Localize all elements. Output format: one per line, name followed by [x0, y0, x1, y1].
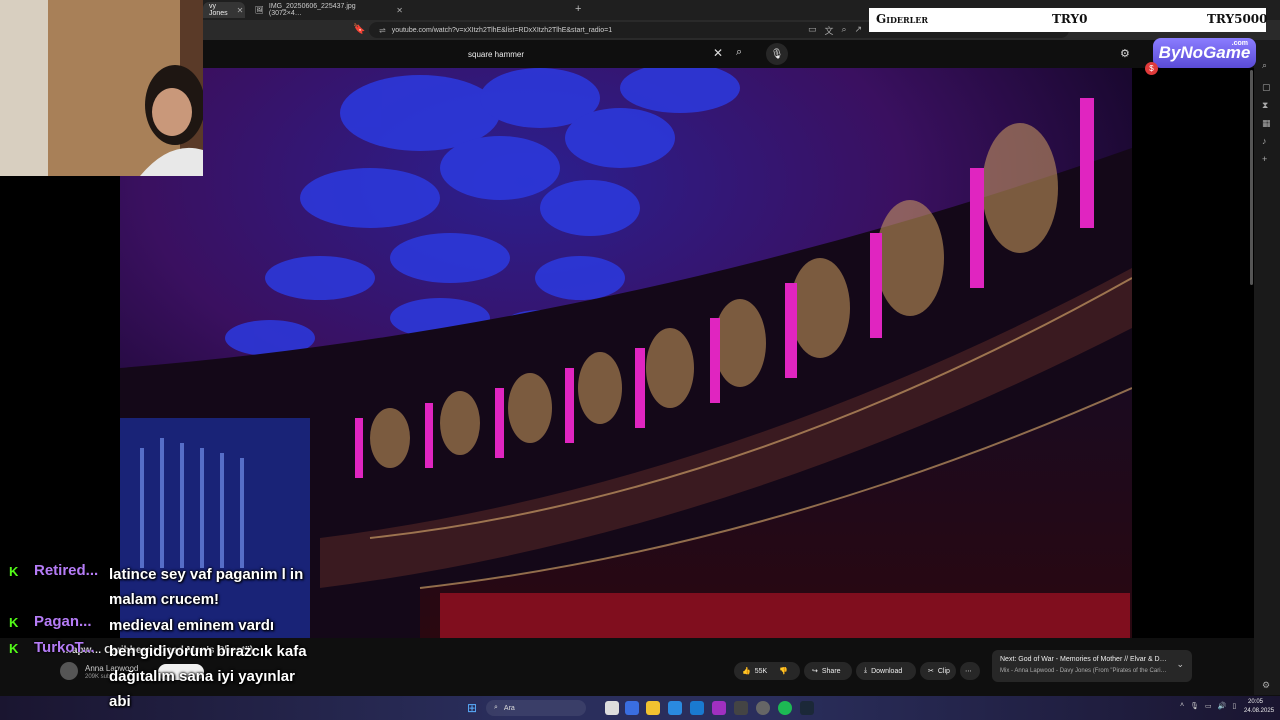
clock-date[interactable]: 24.08.2025	[1244, 708, 1274, 714]
apps-icon[interactable]: ▦	[1262, 118, 1271, 129]
expense-total: TRY5000	[1207, 12, 1268, 26]
search-panel-icon[interactable]: ⌕	[1262, 60, 1267, 71]
more-icon: ⋯	[965, 668, 972, 675]
browser-side-panel: ⌕ ▢ ⧗ ▦ ♪ + ⚙	[1254, 40, 1280, 695]
sponsor-logo: ByNoGame .com	[1153, 38, 1256, 68]
close-tab-icon[interactable]: ✕	[237, 6, 244, 15]
chat-text: ben gidiyorum birazcık kafa dağıtalım sa…	[109, 643, 307, 710]
up-next-title: Next: God of War - Memories of Mother //…	[1000, 656, 1167, 663]
expense-label: Giderler	[876, 12, 929, 26]
history-icon[interactable]: ⧗	[1262, 100, 1268, 111]
browser-tab-active[interactable]: vy Jones ✕	[203, 2, 245, 18]
thumbs-down-icon[interactable]: 👎	[779, 667, 788, 675]
browser-tab-image[interactable]: 🖼 IMG_20250606_225437.jpg (3072×4… ✕	[249, 2, 409, 18]
music-icon[interactable]: ♪	[1262, 136, 1267, 146]
microphone-icon[interactable]: 🎙	[766, 43, 788, 65]
volume-icon[interactable]: 🔊	[1218, 702, 1227, 710]
taskbar-search[interactable]: ⌕ Ara	[486, 700, 586, 716]
chat-text: latince sey vaf paganim l in malam cruce…	[109, 566, 304, 608]
file-explorer-icon[interactable]	[646, 701, 660, 715]
share-button[interactable]: ↪ Share	[804, 662, 852, 680]
microphone-icon[interactable]: 🎙	[1190, 702, 1199, 710]
windows-start-icon[interactable]: ⊞	[467, 701, 477, 715]
search-icon: ⌕	[494, 704, 498, 711]
settings-icon[interactable]: ⚙	[1262, 680, 1270, 691]
expense-current: TRY0	[1052, 12, 1088, 26]
expense-overlay: Giderler TRY0 TRY5000	[869, 8, 1268, 32]
zoom-icon[interactable]: ⌕	[842, 24, 847, 37]
clip-label: Clip	[937, 667, 950, 675]
more-actions-button[interactable]: ⋯	[960, 662, 980, 680]
spotify-icon[interactable]	[778, 701, 792, 715]
search-query: square hammer	[468, 49, 525, 59]
share-label: Share	[821, 667, 841, 675]
clip-icon: ✂	[928, 668, 934, 675]
app-icon[interactable]	[734, 701, 748, 715]
kick-icon: K	[9, 564, 19, 579]
taskbar-search-placeholder: Ara	[503, 704, 515, 712]
up-next-card[interactable]: Next: God of War - Memories of Mother //…	[992, 650, 1192, 682]
share-icon: ↪	[812, 668, 818, 675]
clear-search-icon[interactable]: ✕	[713, 46, 723, 60]
url-text: youtube.com/watch?v=xXItzh2TlhE&list=RDx…	[391, 26, 613, 34]
image-file-icon: 🖼	[255, 7, 264, 14]
chat-text: medieval eminem vardı	[109, 617, 275, 634]
download-icon: ⤓	[864, 667, 868, 674]
bookmark-icon[interactable]: 🔖	[353, 24, 365, 35]
kick-icon: K	[9, 641, 19, 656]
tab-label: IMG_20250606_225437.jpg (3072×4…	[268, 3, 356, 17]
chat-username: Retired...	[34, 562, 99, 579]
page-scrollbar[interactable]	[1250, 70, 1253, 285]
obs-app-icon[interactable]	[712, 701, 726, 715]
dollar-icon: $	[1145, 62, 1158, 75]
webcam-feed	[0, 0, 203, 176]
translate-icon[interactable]: 文	[825, 24, 834, 37]
system-tray: ˄ 🎙 ▭ 🔊 ▯	[1180, 702, 1236, 710]
webcam-image	[0, 0, 203, 176]
clock-time[interactable]: 20:05	[1248, 699, 1263, 705]
sponsor-domain: .com	[1231, 40, 1248, 47]
chevron-down-icon[interactable]: ⌄	[1176, 659, 1184, 670]
create-icon[interactable]: ⚙	[1120, 47, 1130, 60]
clip-button[interactable]: ✂ Clip	[920, 662, 956, 680]
address-bar-actions: ▭ 文 ⌕ ↗	[808, 24, 862, 37]
kick-icon: K	[9, 615, 19, 630]
add-panel-icon[interactable]: +	[1262, 154, 1267, 164]
chrome-icon[interactable]	[756, 701, 770, 715]
site-info-icon[interactable]: ⇌	[379, 26, 386, 35]
download-label: Download	[871, 667, 903, 675]
chat-username: TurkoT...	[34, 639, 95, 656]
up-next-subtitle: Mix - Anna Lapwood - Davy Jones (From "P…	[1000, 668, 1167, 674]
search-icon[interactable]: ⌕	[736, 46, 742, 59]
chat-username: Pagan...	[34, 613, 92, 630]
share-page-icon[interactable]: ↗	[855, 24, 863, 37]
new-tab-icon[interactable]: +	[575, 3, 581, 15]
download-button[interactable]: ⤓ Download	[856, 662, 916, 680]
collections-icon[interactable]: ▢	[1262, 82, 1271, 93]
thumbs-up-icon: 👍	[742, 668, 751, 675]
channel-avatar[interactable]	[60, 662, 78, 680]
task-view-icon[interactable]	[605, 701, 619, 715]
tab-label: vy Jones	[209, 3, 228, 17]
like-dislike-button[interactable]: 👍 55K 👎	[734, 662, 800, 680]
like-count: 55K	[754, 667, 768, 675]
steam-icon[interactable]	[800, 701, 814, 715]
concert-hall-frame	[120, 68, 1132, 638]
tray-chevron-icon[interactable]: ˄	[1180, 702, 1184, 710]
outlook-icon[interactable]	[690, 701, 704, 715]
battery-icon[interactable]: ▯	[1232, 702, 1236, 710]
install-app-icon[interactable]: ▭	[808, 24, 817, 37]
mail-app-icon[interactable]	[668, 701, 682, 715]
network-icon[interactable]: ▭	[1205, 702, 1212, 710]
close-tab-icon[interactable]: ✕	[396, 6, 403, 15]
settings-app-icon[interactable]	[625, 701, 639, 715]
